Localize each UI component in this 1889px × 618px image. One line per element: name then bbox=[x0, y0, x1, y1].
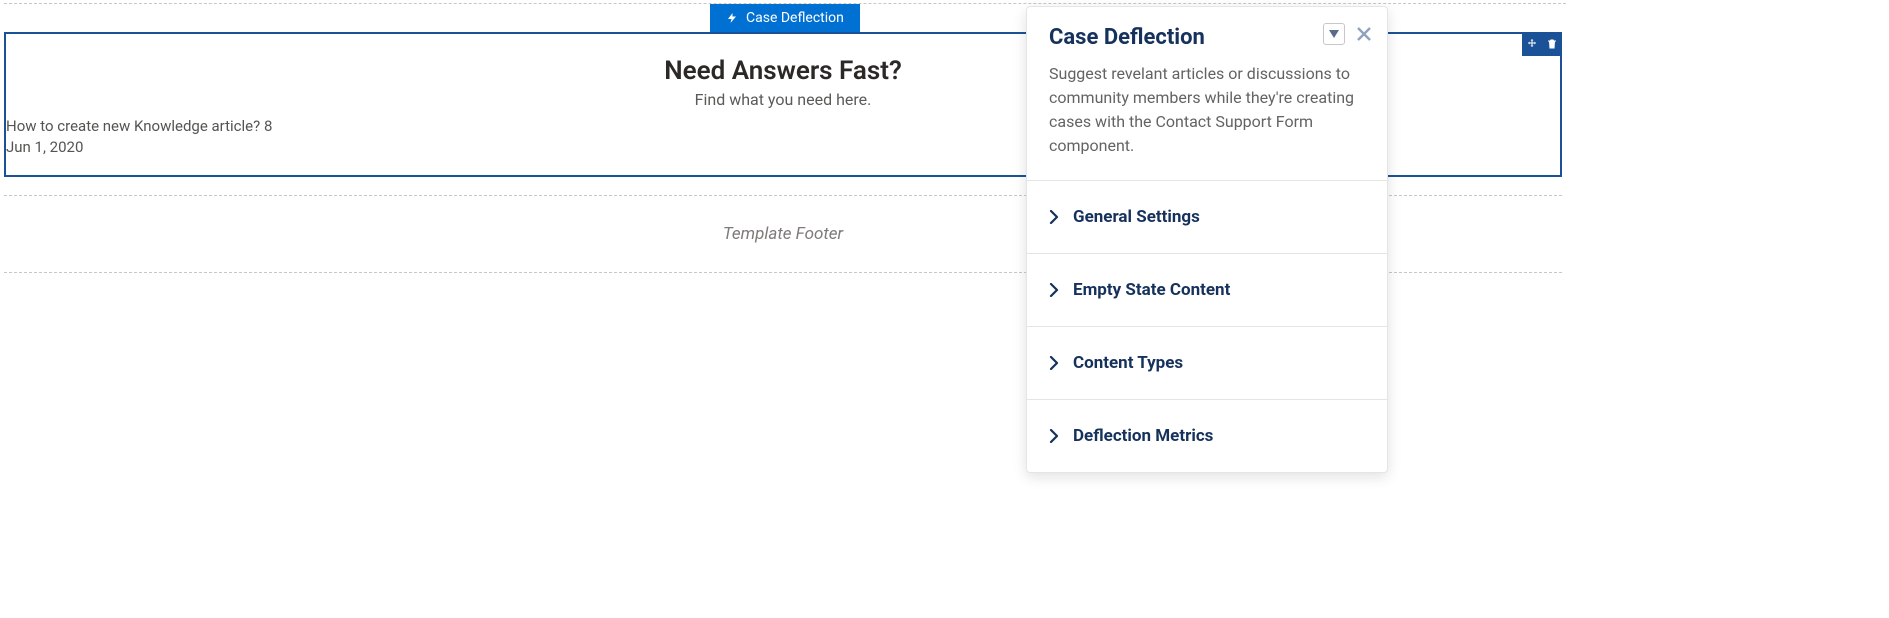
panel-controls bbox=[1323, 23, 1373, 45]
result-date: Jun 1, 2020 bbox=[6, 137, 272, 159]
trash-icon bbox=[1546, 38, 1558, 50]
move-handle[interactable] bbox=[1522, 32, 1542, 56]
template-footer-label: Template Footer bbox=[723, 224, 843, 244]
section-empty-state-content[interactable]: Empty State Content bbox=[1027, 253, 1387, 326]
panel-close-button[interactable] bbox=[1355, 25, 1373, 43]
chevron-right-icon bbox=[1049, 283, 1059, 297]
section-label: Content Types bbox=[1073, 353, 1183, 373]
chevron-right-icon bbox=[1049, 210, 1059, 224]
delete-button[interactable] bbox=[1542, 32, 1562, 56]
panel-description: Suggest revelant articles or discussions… bbox=[1049, 62, 1365, 158]
component-tag-label: Case Deflection bbox=[746, 10, 844, 26]
search-result-item[interactable]: How to create new Knowledge article? 8 J… bbox=[6, 116, 272, 160]
section-general-settings[interactable]: General Settings bbox=[1027, 180, 1387, 253]
chevron-right-icon bbox=[1049, 356, 1059, 370]
move-icon bbox=[1526, 38, 1538, 50]
section-label: Empty State Content bbox=[1073, 280, 1230, 300]
result-title: How to create new Knowledge article? 8 bbox=[6, 116, 272, 138]
section-deflection-metrics[interactable]: Deflection Metrics bbox=[1027, 399, 1387, 472]
chevron-right-icon bbox=[1049, 429, 1059, 443]
properties-panel: Case Deflection Suggest revelant article… bbox=[1026, 6, 1388, 473]
selection-action-bar bbox=[1522, 32, 1562, 56]
panel-header: Case Deflection Suggest revelant article… bbox=[1027, 7, 1387, 180]
triangle-down-icon bbox=[1329, 30, 1339, 38]
panel-title: Case Deflection bbox=[1049, 25, 1365, 50]
section-label: General Settings bbox=[1073, 207, 1200, 227]
section-content-types[interactable]: Content Types bbox=[1027, 326, 1387, 399]
component-tag[interactable]: Case Deflection bbox=[710, 4, 860, 32]
panel-menu-button[interactable] bbox=[1323, 23, 1345, 45]
lightning-icon bbox=[726, 11, 738, 25]
section-label: Deflection Metrics bbox=[1073, 426, 1213, 446]
builder-canvas: Case Deflection Need Answers Fast? Find … bbox=[0, 0, 1889, 618]
close-icon bbox=[1355, 25, 1373, 43]
